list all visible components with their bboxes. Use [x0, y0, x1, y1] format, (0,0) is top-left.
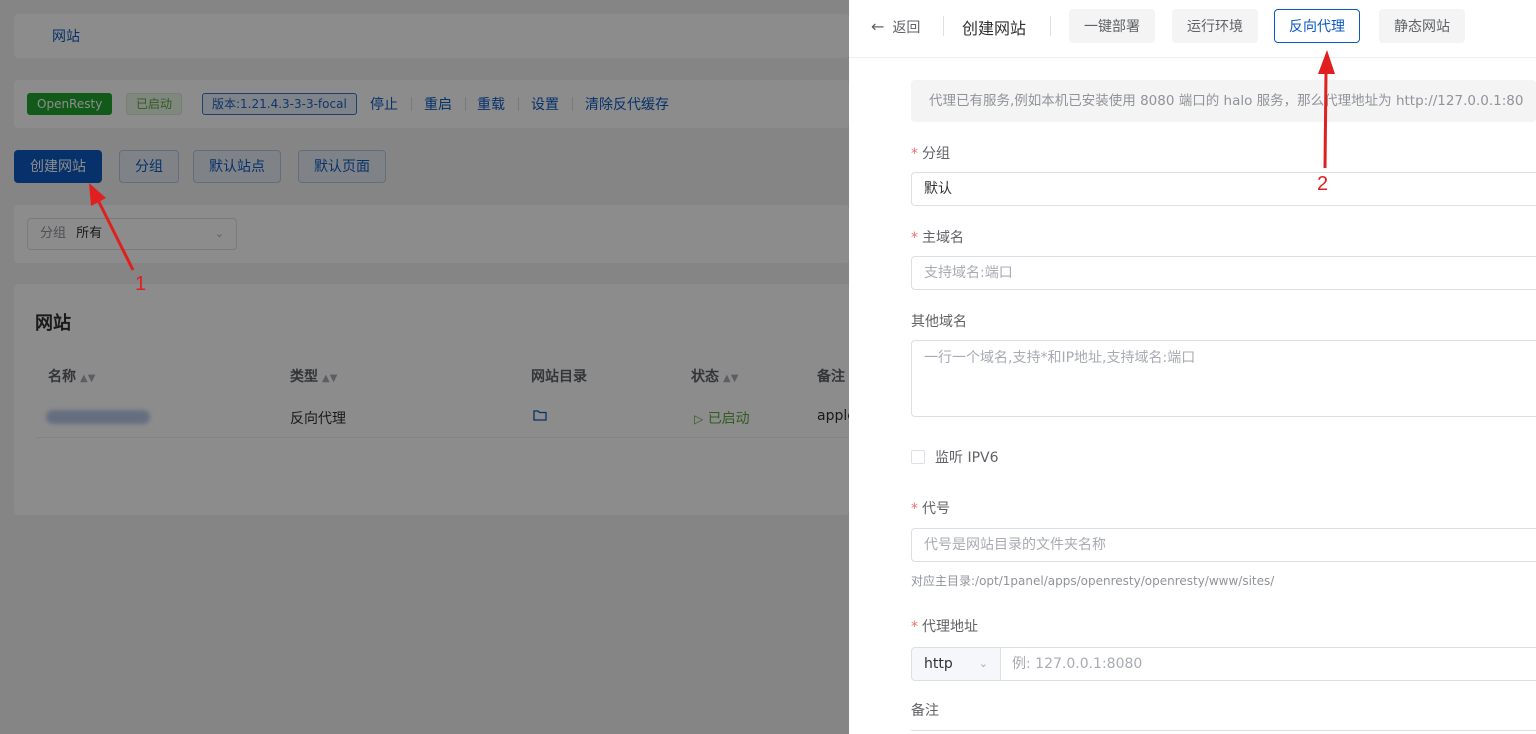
- tab-one-click-deploy[interactable]: 一键部署: [1069, 9, 1155, 43]
- primary-domain-input[interactable]: 支持域名:端口: [911, 256, 1536, 290]
- group-select[interactable]: 默认: [911, 172, 1536, 206]
- back-button[interactable]: ← 返回: [871, 17, 920, 37]
- ipv6-label[interactable]: 监听 IPV6: [935, 447, 999, 467]
- remark-label: 备注: [911, 703, 939, 719]
- chevron-down-icon: ⌄: [978, 657, 988, 670]
- drawer-title: 创建网站: [962, 19, 1027, 38]
- create-website-drawer: ← 返回 创建网站 一键部署 运行环境 反向代理 静态网站 代理已有服务,例如本机…: [849, 0, 1536, 734]
- tab-reverse-proxy[interactable]: 反向代理: [1274, 9, 1360, 43]
- proxy-protocol-select[interactable]: http ⌄: [911, 647, 1001, 681]
- other-domains-textarea[interactable]: 一行一个域名,支持*和IP地址,支持域名:端口: [911, 340, 1536, 417]
- website-list-page: 网站 OpenResty 已启动 版本:1.21.4.3-3-3-focal 停…: [0, 0, 856, 734]
- alias-label: * 代号: [911, 501, 950, 517]
- arrow-left-icon: ←: [871, 17, 885, 36]
- ipv6-checkbox[interactable]: [911, 450, 925, 464]
- annotation-number-2: 2: [1317, 173, 1329, 195]
- remark-input[interactable]: [911, 730, 1536, 734]
- other-domains-label: 其他域名: [911, 314, 967, 330]
- tab-static-website[interactable]: 静态网站: [1379, 9, 1465, 43]
- modal-overlay[interactable]: [0, 0, 849, 734]
- proxy-address-input[interactable]: 例: 127.0.0.1:8080: [1000, 647, 1536, 681]
- annotation-number-1: 1: [135, 273, 147, 295]
- tab-runtime[interactable]: 运行环境: [1172, 9, 1258, 43]
- group-label: * 分组: [911, 146, 950, 162]
- primary-domain-label: * 主域名: [911, 230, 964, 246]
- proxy-info-alert: 代理已有服务,例如本机已安装使用 8080 端口的 halo 服务，那么代理地址…: [911, 80, 1536, 122]
- alias-input[interactable]: 代号是网站目录的文件夹名称: [911, 528, 1536, 562]
- divider: [1050, 16, 1051, 36]
- drawer-header: ← 返回 创建网站 一键部署 运行环境 反向代理 静态网站: [849, 0, 1536, 58]
- divider: [943, 16, 944, 36]
- proxy-address-label: * 代理地址: [911, 619, 978, 635]
- alias-hint: 对应主目录:/opt/1panel/apps/openresty/openres…: [911, 574, 1275, 588]
